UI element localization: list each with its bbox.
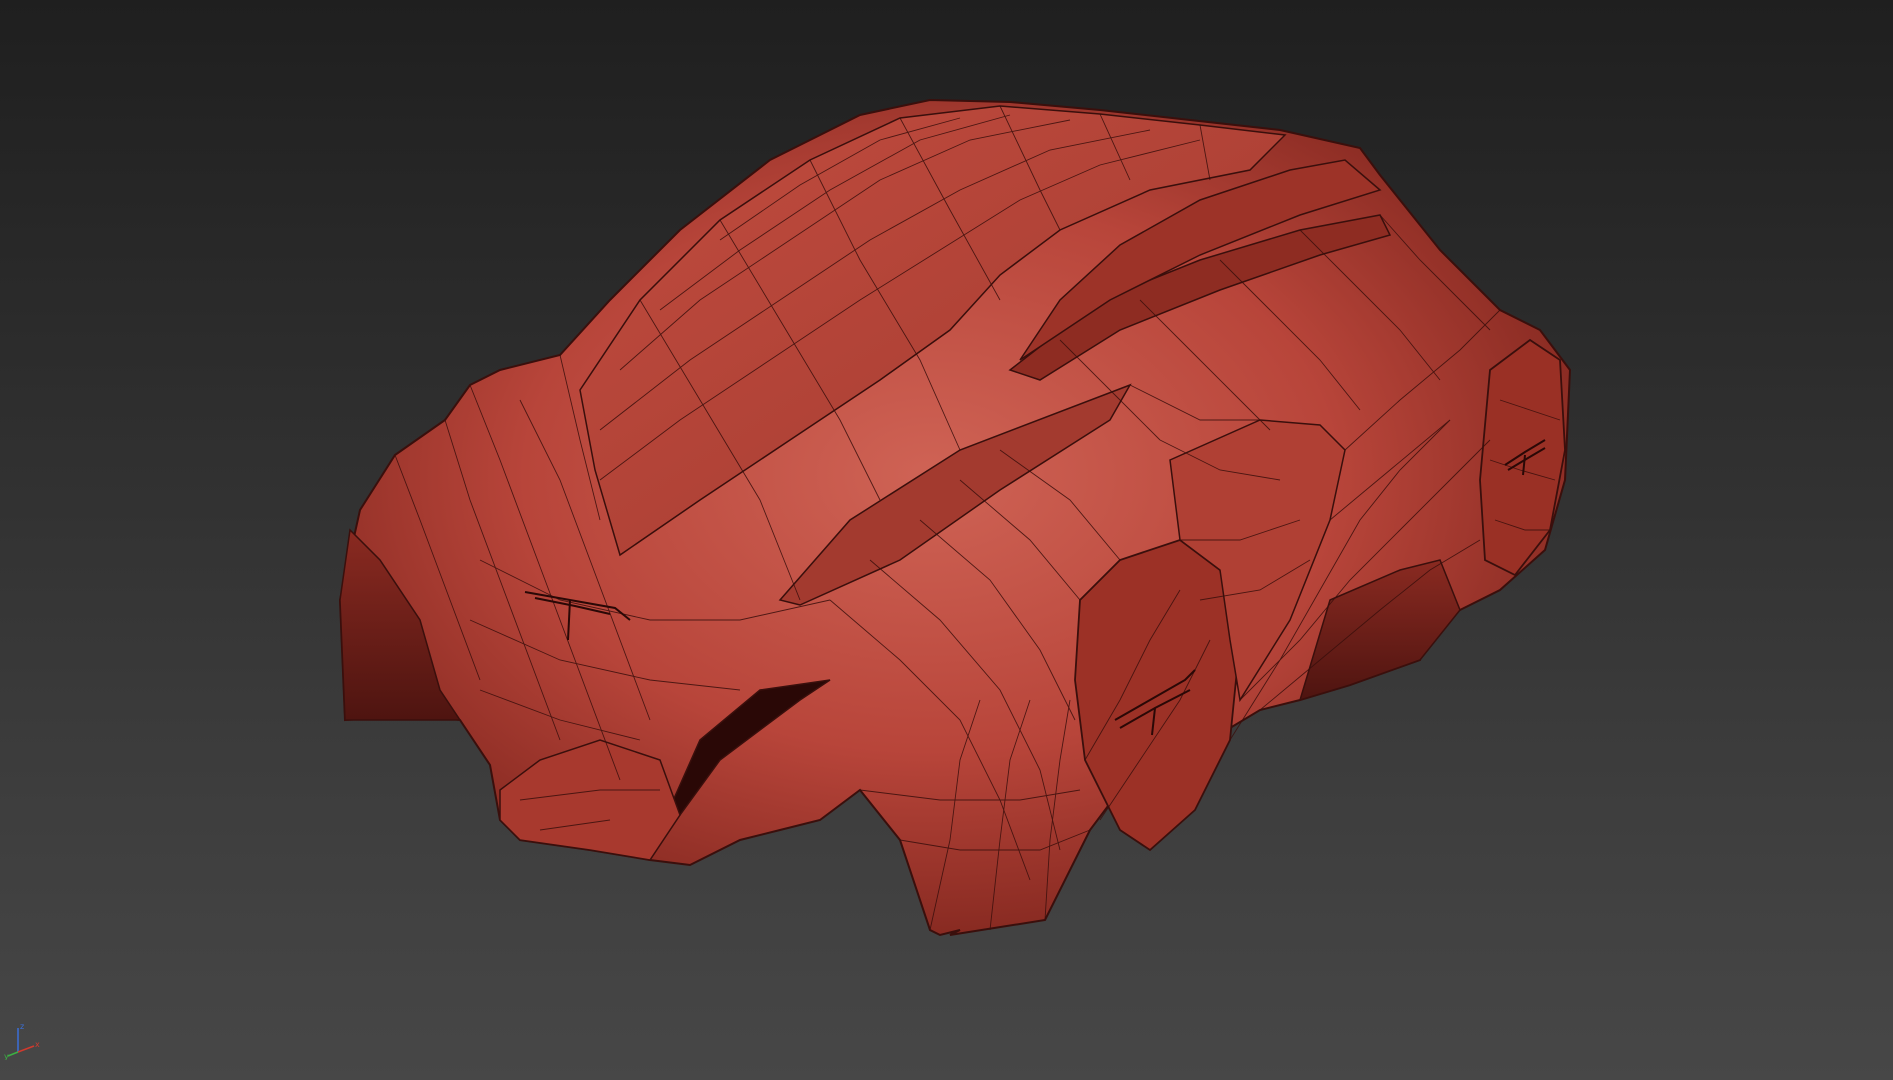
axis-gizmo: z x y: [4, 1022, 40, 1060]
3d-viewport[interactable]: z x y: [0, 0, 1893, 1080]
car-body-mesh[interactable]: [0, 0, 1893, 1080]
x-axis-line: [17, 1045, 35, 1053]
z-axis-label: z: [20, 1022, 24, 1031]
y-axis-label: y: [4, 1052, 9, 1060]
rear-wheel-arch: [1479, 338, 1566, 577]
y-axis-line: [7, 1051, 19, 1057]
x-axis-label: x: [35, 1040, 40, 1049]
